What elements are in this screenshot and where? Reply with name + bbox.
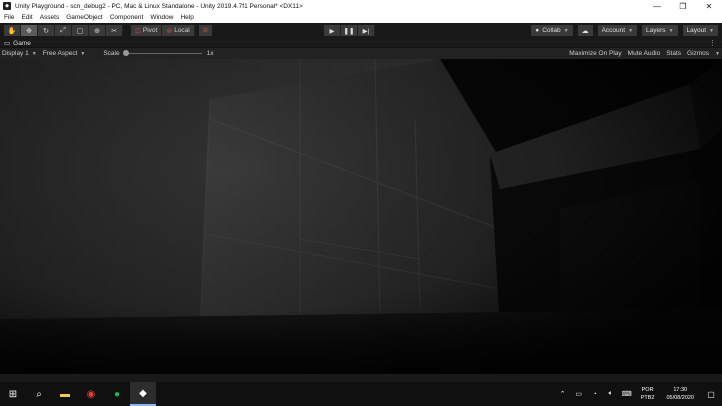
unity-taskbar-icon[interactable]: ◆ [130, 382, 156, 406]
game-tab-label: Game [13, 39, 31, 47]
menu-file[interactable]: File [4, 14, 14, 21]
language-indicator[interactable]: POR PTB2 [641, 386, 655, 402]
maximize-button[interactable]: ❐ [670, 0, 696, 12]
pivot-icon: ⊡ [135, 27, 141, 35]
language-top: POR [641, 387, 654, 393]
menu-help[interactable]: Help [180, 14, 193, 21]
chevron-down-icon: ▼ [628, 27, 634, 34]
clock-time: 17:30 [673, 387, 688, 393]
display-label: Display 1 [2, 50, 29, 57]
menu-gameobject[interactable]: GameObject [66, 14, 103, 21]
hand-tool-icon[interactable]: ✋ [4, 25, 21, 36]
cloud-icon[interactable]: ☁ [577, 25, 593, 36]
collab-label: Collab [542, 27, 561, 34]
layout-label: Layout [686, 27, 707, 34]
game-tab-icon: ▭ [4, 40, 11, 47]
local-icon: ⊛ [166, 27, 173, 35]
scale-label: Scale [103, 50, 120, 57]
transform-tools: ✋ ✥ ↻ ⤢ ▢ ⊕ ✂ [4, 25, 123, 36]
main-toolbar: ✋ ✥ ↻ ⤢ ▢ ⊕ ✂ ⊡ Pivot ⊛ Local ⊞ ▶ ❚❚ ▶| … [0, 23, 722, 38]
chevron-down-icon: ▼ [668, 27, 674, 34]
system-tray: ⌃ ▭ ◔ 🔈︎ ⌨ POR PTB2 17:30 05/08/2020 ▢ [555, 382, 722, 406]
aspect-label: Free Aspect [42, 50, 78, 57]
scale-slider-knob[interactable] [122, 50, 129, 56]
local-button[interactable]: ⊛ Local [162, 25, 195, 36]
collab-dropdown[interactable]: ● Collab ▼ [531, 25, 573, 36]
grid-snap-icon[interactable]: ⊞ [198, 25, 212, 36]
aspect-dropdown[interactable]: Free Aspect ▼ [43, 50, 90, 57]
chrome-icon[interactable]: ◉ [78, 382, 104, 406]
move-tool-icon[interactable]: ✥ [21, 25, 38, 36]
rect-tool-icon[interactable]: ▢ [72, 25, 89, 36]
window-title: Unity Playground - scn_debug2 - PC, Mac … [15, 2, 303, 10]
account-dropdown[interactable]: Account ▼ [597, 25, 638, 36]
close-button[interactable]: ✕ [696, 0, 722, 12]
game-view-footer [0, 374, 722, 382]
step-icon[interactable]: ▶| [358, 25, 375, 36]
gizmos-dropdown[interactable]: Gizmos [687, 50, 709, 57]
file-explorer-icon[interactable]: ▬ [52, 382, 78, 406]
game-toolbar: Display 1 ▼ Free Aspect ▼ Scale 1x Maxim… [0, 48, 722, 59]
language-bottom: PTB2 [640, 395, 655, 401]
stats-toggle[interactable]: Stats [666, 50, 681, 57]
layers-dropdown[interactable]: Layers ▼ [642, 25, 678, 36]
windows-start-icon[interactable]: ⊞ [0, 382, 26, 406]
menu-edit[interactable]: Edit [21, 14, 32, 21]
pivot-button[interactable]: ⊡ Pivot [131, 25, 163, 36]
minimize-button[interactable]: — [644, 0, 670, 12]
spotify-icon[interactable]: ● [104, 382, 130, 406]
clock-date: 05/08/2020 [666, 395, 694, 401]
keyboard-icon[interactable]: ⌨ [619, 382, 635, 406]
chevron-down-icon: ▼ [80, 50, 86, 57]
search-icon[interactable]: ⌕ [26, 382, 52, 406]
scale-slider[interactable] [122, 50, 202, 56]
window-controls: — ❐ ✕ [644, 0, 722, 12]
custom-tool-icon[interactable]: ✂ [106, 25, 123, 36]
game-options: Maximize On Play Mute Audio Stats Gizmos… [569, 48, 720, 59]
play-icon[interactable]: ▶ [324, 25, 341, 36]
tab-game[interactable]: ▭ Game [0, 38, 35, 48]
tab-bar: ▭ Game ⋮ [0, 38, 722, 48]
notifications-icon[interactable]: ▢ [700, 382, 722, 406]
menu-window[interactable]: Window [150, 14, 173, 21]
local-label: Local [174, 27, 190, 34]
scale-control: Scale 1x [103, 50, 213, 57]
volume-icon[interactable]: 🔈︎ [603, 382, 619, 406]
game-view[interactable] [0, 59, 722, 374]
transform-tool-icon[interactable]: ⊕ [89, 25, 106, 36]
rotate-tool-icon[interactable]: ↻ [38, 25, 55, 36]
menu-bar: File Edit Assets GameObject Component Wi… [0, 12, 722, 23]
account-label: Account [601, 27, 626, 34]
title-bar: ◆ Unity Playground - scn_debug2 - PC, Ma… [0, 0, 722, 12]
pivot-label: Pivot [142, 27, 158, 34]
scale-tool-icon[interactable]: ⤢ [55, 25, 72, 36]
collab-icon: ● [535, 27, 540, 34]
pivot-group: ⊡ Pivot ⊛ Local [131, 25, 195, 36]
play-controls: ▶ ❚❚ ▶| [324, 25, 375, 36]
menu-assets[interactable]: Assets [40, 14, 60, 21]
right-toolbar: ● Collab ▼ ☁ Account ▼ Layers ▼ Layout ▼ [531, 25, 718, 36]
chevron-down-icon: ▼ [31, 50, 37, 57]
chevron-down-icon: ▼ [709, 27, 714, 34]
chevron-down-icon[interactable]: ▼ [715, 51, 720, 57]
menu-component[interactable]: Component [110, 14, 144, 21]
more-menu-icon[interactable]: ⋮ [709, 38, 716, 48]
layers-label: Layers [646, 27, 666, 34]
unity-logo-icon: ◆ [3, 2, 11, 10]
layout-dropdown[interactable]: Layout ▼ [682, 25, 718, 36]
chevron-down-icon: ▼ [563, 27, 569, 34]
clock[interactable]: 17:30 05/08/2020 [666, 386, 694, 402]
chevron-up-icon[interactable]: ⌃ [555, 382, 571, 406]
maximize-on-play-toggle[interactable]: Maximize On Play [569, 50, 621, 57]
pause-icon[interactable]: ❚❚ [341, 25, 358, 36]
display-dropdown[interactable]: Display 1 ▼ [2, 50, 41, 57]
scale-value: 1x [206, 50, 214, 57]
game-render [0, 59, 722, 374]
network-icon[interactable]: ◔ [587, 382, 603, 406]
taskbar: ⊞ ⌕ ▬ ◉ ● ◆ ⌃ ▭ ◔ 🔈︎ ⌨ POR PTB2 17:30 05… [0, 382, 722, 406]
battery-icon[interactable]: ▭ [571, 382, 587, 406]
mute-audio-toggle[interactable]: Mute Audio [628, 50, 661, 57]
